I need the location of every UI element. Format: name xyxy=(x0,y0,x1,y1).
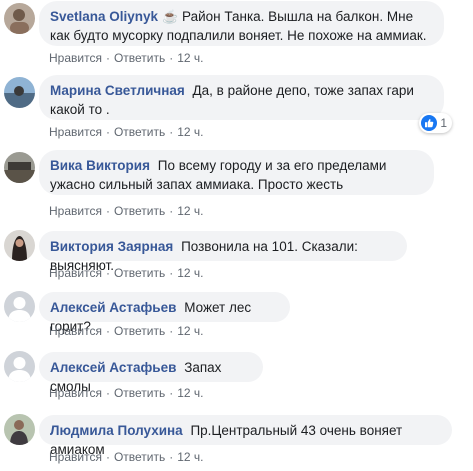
avatar[interactable] xyxy=(4,3,35,34)
reaction-count: 1 xyxy=(440,115,447,130)
comment-time[interactable]: 12 ч. xyxy=(177,324,203,338)
like-link[interactable]: Нравится xyxy=(49,324,102,338)
separator: · xyxy=(105,51,110,65)
avatar[interactable] xyxy=(4,230,35,261)
separator: · xyxy=(169,266,174,280)
like-link[interactable]: Нравится xyxy=(49,51,102,65)
separator: · xyxy=(105,125,110,139)
comment-time[interactable]: 12 ч. xyxy=(177,386,203,400)
comment-actions: Нравится · Ответить · 12 ч. xyxy=(49,450,204,464)
avatar[interactable] xyxy=(4,291,35,322)
comment-bubble: Svetlana Oliynyk ☕ Район Танка. Вышла на … xyxy=(39,1,444,46)
reply-link[interactable]: Ответить xyxy=(114,125,165,139)
comment-author[interactable]: Людмила Полухина xyxy=(50,423,183,438)
comment-author[interactable]: Алексей Астафьев xyxy=(50,360,176,375)
comment-actions: Нравится · Ответить · 12 ч. xyxy=(49,386,204,400)
comment-author[interactable]: Алексей Астафьев xyxy=(50,300,176,315)
comment-time[interactable]: 12 ч. xyxy=(177,125,203,139)
comment-author[interactable]: Виктория Заярная xyxy=(50,239,173,254)
like-link[interactable]: Нравится xyxy=(49,386,102,400)
comment-bubble: Вика Виктория По всему городу и за его п… xyxy=(39,150,434,195)
like-link[interactable]: Нравится xyxy=(49,266,102,280)
separator: · xyxy=(105,204,110,218)
separator: · xyxy=(169,450,174,464)
reaction-badge[interactable]: 1 xyxy=(419,113,452,133)
separator: · xyxy=(169,125,174,139)
comment-bubble: Людмила Полухина Пр.Центральный 43 очень… xyxy=(39,415,452,457)
separator: · xyxy=(169,386,174,400)
reply-link[interactable]: Ответить xyxy=(114,386,165,400)
comment-actions: Нравится · Ответить · 12 ч. xyxy=(49,266,204,280)
separator: · xyxy=(105,324,110,338)
comment-bubble: Марина Светличная Да, в районе депо, тож… xyxy=(39,75,452,133)
reply-link[interactable]: Ответить xyxy=(114,266,165,280)
separator: · xyxy=(105,450,110,464)
like-link[interactable]: Нравится xyxy=(49,125,102,139)
comment-actions: Нравится · Ответить · 12 ч. xyxy=(49,324,204,338)
comment-time[interactable]: 12 ч. xyxy=(177,51,203,65)
like-link[interactable]: Нравится xyxy=(49,450,102,464)
comment-author[interactable]: Марина Светличная xyxy=(50,83,185,98)
separator: · xyxy=(169,324,174,338)
avatar[interactable] xyxy=(4,77,35,108)
comment-actions: Нравится · Ответить · 12 ч. xyxy=(49,204,204,218)
comment-author[interactable]: Svetlana Oliynyk xyxy=(50,9,158,24)
reply-link[interactable]: Ответить xyxy=(114,450,165,464)
separator: · xyxy=(105,386,110,400)
thumbs-up-icon xyxy=(421,115,438,131)
avatar[interactable] xyxy=(4,152,35,183)
comment-bubble: Алексей Астафьев Может лес горит? xyxy=(39,292,290,334)
avatar[interactable] xyxy=(4,414,35,445)
reply-link[interactable]: Ответить xyxy=(114,51,165,65)
coffee-cup-icon: ☕ xyxy=(162,9,179,24)
separator: · xyxy=(105,266,110,280)
comment-time[interactable]: 12 ч. xyxy=(177,450,203,464)
reply-link[interactable]: Ответить xyxy=(114,204,165,218)
comment-time[interactable]: 12 ч. xyxy=(177,266,203,280)
comment-author[interactable]: Вика Виктория xyxy=(50,158,150,173)
like-link[interactable]: Нравится xyxy=(49,204,102,218)
comment-actions: Нравится · Ответить · 12 ч. xyxy=(49,125,204,139)
avatar[interactable] xyxy=(4,351,35,382)
separator: · xyxy=(169,204,174,218)
comment-actions: Нравится · Ответить · 12 ч. xyxy=(49,51,204,65)
reply-link[interactable]: Ответить xyxy=(114,324,165,338)
separator: · xyxy=(169,51,174,65)
comment-bubble: Алексей Астафьев Запах смолы xyxy=(39,352,263,394)
comment-bubble: Виктория Заярная Позвонила на 101. Сказа… xyxy=(39,231,407,273)
comment-time[interactable]: 12 ч. xyxy=(177,204,203,218)
